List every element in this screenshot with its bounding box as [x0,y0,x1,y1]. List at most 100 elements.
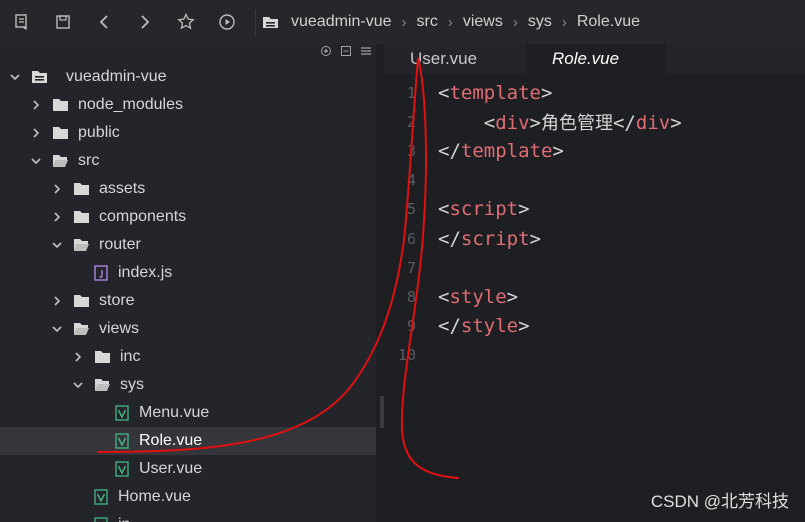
file-tree: vueadmin-vue node_modulespublic src assets c… [0,63,376,522]
code-line[interactable]: 1 <template> [384,78,805,107]
explorer-header [320,44,372,62]
chevron-right-icon[interactable] [51,183,63,195]
code-token: > [540,81,553,104]
code-text: </script> [438,228,541,250]
tree-item[interactable]: views [0,315,376,343]
code-line[interactable]: 6 </script> [384,224,805,253]
line-number: 3 [406,141,416,160]
code-line[interactable]: 3 </template> [384,136,805,165]
folder-icon [262,15,279,29]
folder-icon [52,98,69,112]
tree-item-label: public [78,124,120,141]
chevron-down-icon[interactable] [30,155,42,167]
code-token: > [529,227,541,250]
line-number: 5 [406,200,416,219]
tree-item-label: in [118,516,130,522]
breadcrumb: vueadmin-vue › src › views › sys › Role.… [262,0,642,44]
tree-item[interactable]: Role.vue [0,427,376,455]
tree-item-label: sys [120,376,144,393]
chevron-right-icon[interactable] [51,211,63,223]
breadcrumb-item-src[interactable]: src [415,13,440,31]
folder-icon [73,294,90,308]
tree-item[interactable]: Home.vue [0,483,376,511]
code-line[interactable]: 5 <script> [384,195,805,224]
code-token: div [635,111,671,134]
tree-item[interactable]: assets [0,175,376,203]
tree-item[interactable]: sys [0,371,376,399]
js-file-icon [94,265,108,281]
code-line[interactable]: 10 [384,341,805,370]
outline-icon[interactable] [11,11,33,33]
tree-item[interactable]: Menu.vue [0,399,376,427]
breadcrumb-item-sys[interactable]: sys [526,13,554,31]
tree-item-label: index.js [118,264,173,281]
chevron-right-icon[interactable] [51,295,63,307]
code-text: </style> [438,315,530,337]
chevron-right-icon[interactable] [30,99,42,111]
line-number: 6 [406,229,416,248]
star-icon[interactable] [175,11,197,33]
tree-item[interactable]: src [0,147,376,175]
code-line[interactable]: 7 [384,253,805,282]
back-icon[interactable] [93,11,115,33]
code-token: > [670,111,682,134]
code-token: </ [438,139,461,162]
folder-icon [73,182,90,196]
code-text: <style> [438,286,518,308]
tree-item[interactable]: inc [0,343,376,371]
tab-role-vue[interactable]: Role.vue [526,44,666,74]
code-token: script [460,227,530,250]
breadcrumb-item-project[interactable]: vueadmin-vue [289,13,394,31]
toolbar-separator [255,10,256,36]
code-area[interactable]: 1 <template> 2 <div>角色管理</div> 3 </template>… [384,78,805,370]
chevron-down-icon[interactable] [9,71,21,83]
tree-item[interactable]: in [0,511,376,522]
code-token: < [438,198,450,221]
forward-icon[interactable] [134,11,156,33]
menu-icon[interactable] [360,44,372,62]
chevron-down-icon[interactable] [51,323,63,335]
tree-item-label: src [78,152,100,169]
tree-item-label: assets [99,180,146,197]
code-token: < [438,285,450,308]
breadcrumb-separator-icon: › [561,13,567,31]
tree-item[interactable]: router [0,231,376,259]
folder-open-icon [73,238,90,252]
code-token: < [438,81,450,104]
tree-item-label: router [99,236,141,253]
code-token: div [495,111,530,134]
chevron-down-icon[interactable] [51,239,63,251]
code-line[interactable]: 9 </style> [384,312,805,341]
tree-item-label: User.vue [139,460,203,477]
tree-item[interactable]: vueadmin-vue [0,63,376,91]
code-line[interactable]: 2 <div>角色管理</div> [384,107,805,136]
chevron-right-icon[interactable] [30,127,42,139]
code-line[interactable]: 4 [384,166,805,195]
chevron-right-icon[interactable] [72,351,84,363]
tree-item[interactable]: User.vue [0,455,376,483]
tab-user-vue[interactable]: User.vue [384,44,503,74]
code-text: </template> [438,140,564,162]
tree-item[interactable]: public [0,119,376,147]
line-number: 2 [406,112,416,131]
tree-item[interactable]: index.js [0,259,376,287]
collapse-all-icon[interactable] [340,44,352,62]
tree-item[interactable]: node_modules [0,91,376,119]
tree-item[interactable]: components [0,203,376,231]
locate-icon[interactable] [320,44,332,62]
tree-item-label: store [99,292,135,309]
breadcrumb-separator-icon: › [401,13,407,31]
line-number: 10 [397,346,416,365]
save-icon[interactable] [52,11,74,33]
code-line[interactable]: 8 <style> [384,282,805,311]
vue-file-icon [94,489,108,505]
run-icon[interactable] [216,11,238,33]
chevron-down-icon[interactable] [72,379,84,391]
code-token: > [518,315,530,338]
code-token: </ [438,315,461,338]
breadcrumb-item-file[interactable]: Role.vue [575,13,642,31]
breadcrumb-item-views[interactable]: views [461,13,505,31]
code-text: <template> [438,82,552,104]
folder-icon [52,126,69,140]
tree-item[interactable]: store [0,287,376,315]
